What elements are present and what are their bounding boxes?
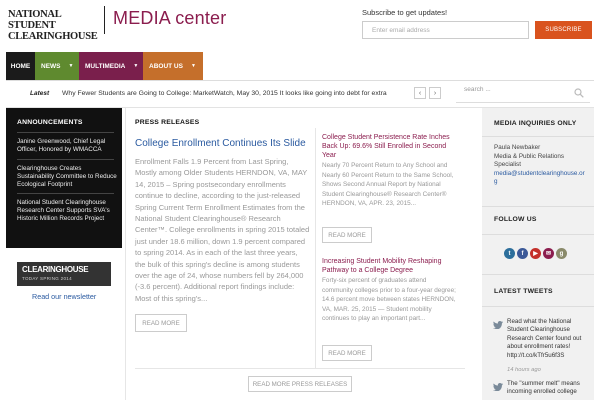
press-bottom-divider <box>135 368 465 369</box>
column-divider <box>125 108 126 400</box>
announcement-item[interactable]: National Student Clearinghouse Research … <box>17 199 117 223</box>
main-nav: HOME NEWS ▼ MULTIMEDIA ▼ ABOUT US ▼ <box>6 52 203 80</box>
nav-home[interactable]: HOME <box>6 52 35 80</box>
follow-us-title: FOLLOW US <box>494 216 537 223</box>
chevron-down-icon: ▼ <box>68 63 74 69</box>
sidebar-divider <box>482 274 594 275</box>
search-placeholder: search ... <box>464 86 491 93</box>
ticker-prev-button[interactable]: ‹ <box>414 87 426 99</box>
contact-email-link[interactable]: media@studentclearinghouse.org <box>494 170 586 187</box>
announcement-item[interactable]: Janine Greenwood, Chief Legal Officer, H… <box>17 138 117 154</box>
tweet-text[interactable]: Read what the National Student Clearingh… <box>507 318 591 360</box>
youtube-icon[interactable]: ▶ <box>530 248 541 259</box>
ticker-next-button[interactable]: › <box>429 87 441 99</box>
logo-line1: NATIONAL STUDENT <box>8 9 61 31</box>
youtube-glyph: ▶ <box>533 251 538 257</box>
sidebar-divider <box>482 206 594 207</box>
chevron-left-icon: ‹ <box>418 89 422 97</box>
contact-role: Media & Public Relations Specialist <box>494 152 565 169</box>
twitter-icon[interactable]: t <box>504 248 515 259</box>
social-icons: t f ▶ ✉ g <box>504 248 567 259</box>
chevron-right-icon: › <box>433 89 437 97</box>
email-glyph: ✉ <box>545 251 552 257</box>
search-input[interactable]: search ... <box>456 83 590 103</box>
read-more-button[interactable]: READ MORE <box>322 227 372 243</box>
release-body: Forty-six percent of graduates attend co… <box>322 277 456 323</box>
release-title[interactable]: College Student Persistence Rate Inches … <box>322 133 456 160</box>
googleplus-icon[interactable]: g <box>556 248 567 259</box>
nav-home-label: HOME <box>10 62 31 70</box>
nav-news[interactable]: NEWS ▼ <box>35 52 79 80</box>
chevron-down-icon: ▼ <box>190 63 196 69</box>
media-contact: Paula Newbaker Media & Public Relations … <box>494 144 586 187</box>
release-body: Nearly 70 Percent Return to Any School a… <box>322 162 454 208</box>
header: NATIONAL STUDENT CLEARINGHOUSE MEDIA cen… <box>0 0 600 50</box>
clearinghouse-today-logo[interactable]: CLEARINGHOUSE TODAY SPRING 2014 <box>17 262 111 286</box>
media-center-logo[interactable]: MEDIA center <box>113 8 226 29</box>
clearinghouse-logo[interactable]: NATIONAL STUDENT CLEARINGHOUSE <box>8 9 100 42</box>
chevron-down-icon: ▼ <box>133 63 139 69</box>
subscribe-label: Subscribe to get updates! <box>362 8 448 17</box>
search-icon[interactable] <box>574 88 584 98</box>
logo-divider <box>104 6 105 34</box>
announcements-divider <box>17 159 114 160</box>
announcements-title: ANNOUNCEMENTS <box>17 119 83 126</box>
tweet-time: 14 hours ago <box>507 367 541 373</box>
facebook-icon[interactable]: f <box>517 248 528 259</box>
featured-release-title[interactable]: College Enrollment Continues Its Slide <box>135 138 306 149</box>
nav-news-label: NEWS <box>41 62 61 70</box>
email-input[interactable] <box>362 21 529 39</box>
sidebar-divider <box>482 136 594 137</box>
media-inquiries-title: MEDIA INQUIRIES ONLY <box>494 120 577 127</box>
facebook-glyph: f <box>521 250 524 257</box>
announcement-item[interactable]: Clearinghouse Creates Sustainability Com… <box>17 165 117 189</box>
twitter-bird-icon <box>493 383 503 391</box>
featured-release-body: Enrollment Falls 1.9 Percent from Last S… <box>135 157 310 303</box>
announcements-divider <box>17 132 114 133</box>
announcements-panel: ANNOUNCEMENTS Janine Greenwood, Chief Le… <box>6 108 122 248</box>
press-divider <box>315 128 316 368</box>
today-logo-sub: TODAY SPRING 2014 <box>22 276 72 281</box>
press-releases-title: PRESS RELEASES <box>135 119 200 126</box>
nav-about-label: ABOUT US <box>149 62 183 70</box>
twitter-bird-icon <box>493 321 503 329</box>
ticker-headline[interactable]: Why Fewer Students are Going to College:… <box>62 90 406 97</box>
sidebar-divider <box>482 306 594 307</box>
newsletter-link[interactable]: Read our newsletter <box>32 292 96 301</box>
read-more-button[interactable]: READ MORE <box>322 345 372 361</box>
subscribe-button[interactable]: SUBSCRIBE <box>535 21 592 39</box>
nav-multimedia[interactable]: MULTIMEDIA ▼ <box>79 52 143 80</box>
latest-tweets-title: LATEST TWEETS <box>494 288 553 295</box>
sidebar-divider <box>482 234 594 235</box>
contact-name: Paula Newbaker <box>494 144 541 151</box>
email-icon[interactable]: ✉ <box>543 248 554 259</box>
nav-divider <box>6 80 594 81</box>
read-more-button[interactable]: READ MORE <box>135 314 187 332</box>
logo-line2: CLEARINGHOUSE <box>8 31 98 42</box>
ticker-label: Latest <box>30 90 50 97</box>
release-title[interactable]: Increasing Student Mobility Reshaping Pa… <box>322 257 456 275</box>
googleplus-glyph: g <box>559 250 564 257</box>
nav-about-us[interactable]: ABOUT US ▼ <box>143 52 203 80</box>
today-logo-main: CLEARINGHOUSE <box>22 265 89 274</box>
tweet-text[interactable]: The "summer melt" means incoming enrolle… <box>507 380 591 397</box>
nav-multimedia-label: MULTIMEDIA <box>85 62 126 70</box>
read-more-press-releases-button[interactable]: READ MORE PRESS RELEASES <box>248 376 352 392</box>
announcements-divider <box>17 193 114 194</box>
twitter-glyph: t <box>508 250 511 257</box>
